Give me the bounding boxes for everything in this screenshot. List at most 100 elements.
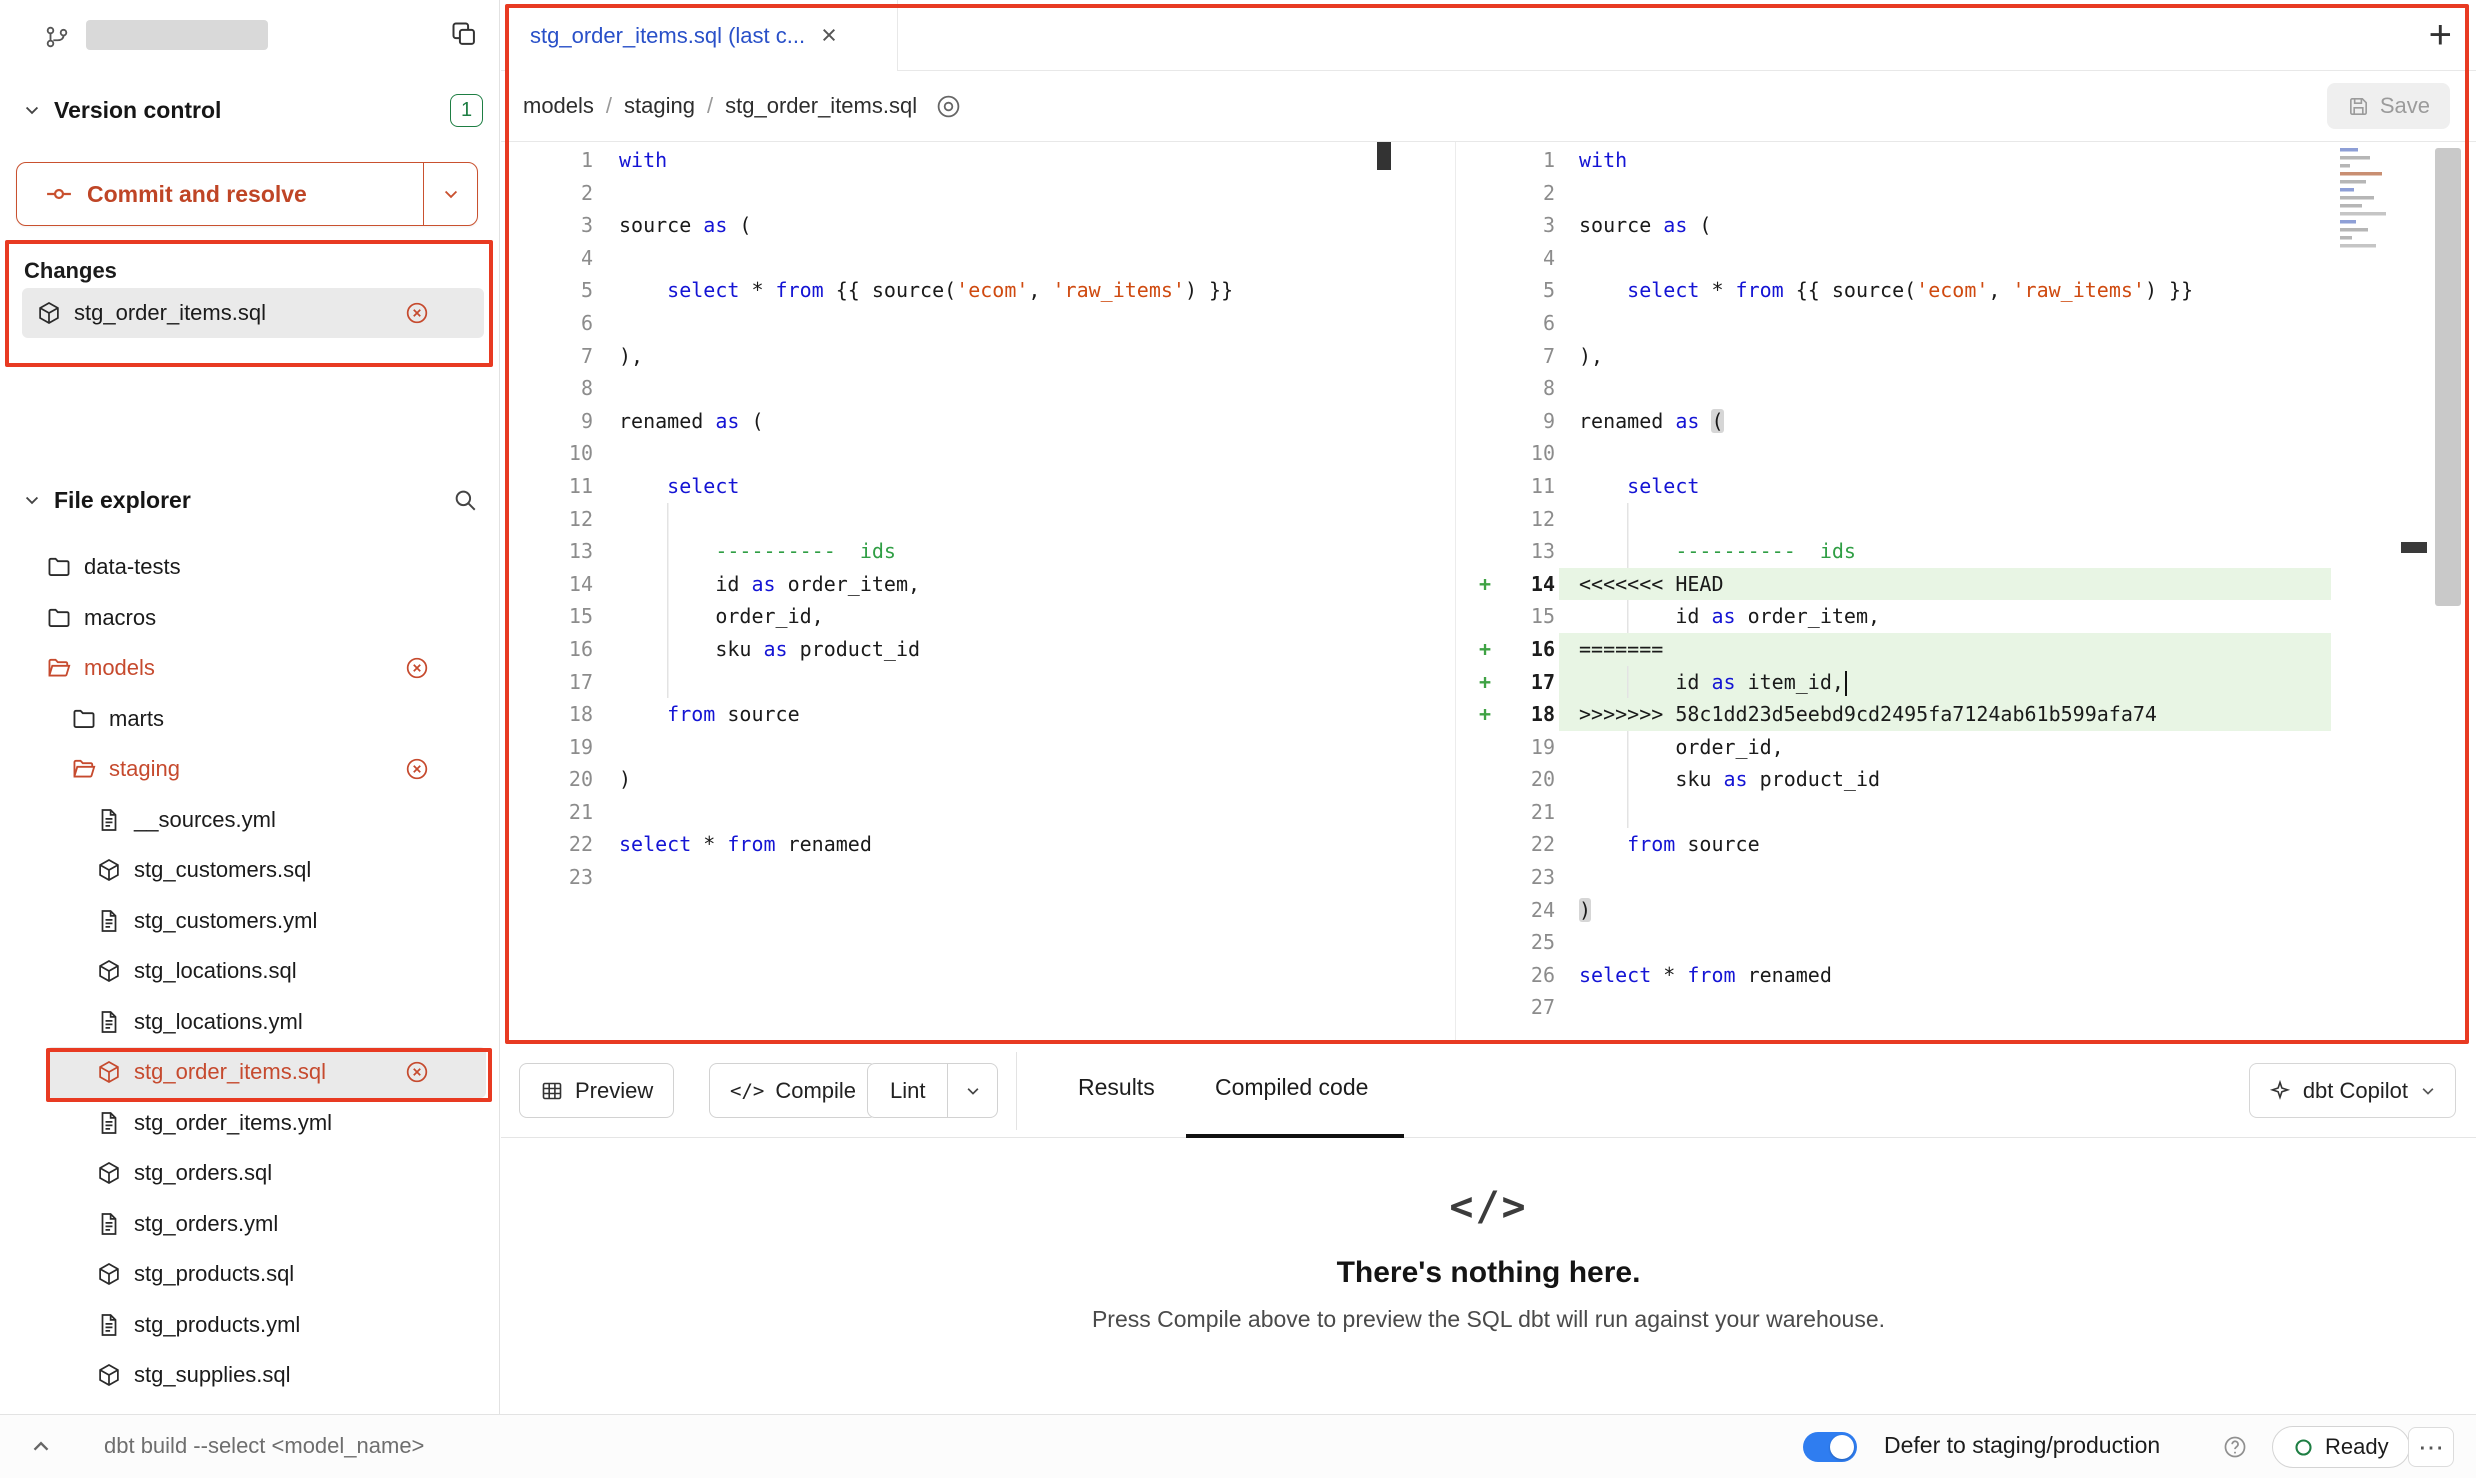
code-line[interactable]: 8 [1463, 372, 2331, 405]
code-line[interactable]: 2 [501, 177, 1391, 210]
search-icon[interactable] [452, 487, 478, 513]
code-line[interactable]: 24) [1463, 894, 2331, 927]
code-line[interactable]: 7), [501, 340, 1391, 373]
code-line[interactable]: 12 [1463, 503, 2331, 536]
code-line[interactable]: 14 id as order_item, [501, 568, 1391, 601]
help-question-icon[interactable] [2222, 1434, 2248, 1460]
code-line[interactable]: 15 id as order_item, [1463, 600, 2331, 633]
code-line[interactable]: 4 [1463, 242, 2331, 275]
code-line[interactable]: 6 [501, 307, 1391, 340]
breadcrumb-models[interactable]: models [523, 93, 594, 119]
modified-circle-x-icon[interactable] [404, 756, 430, 782]
editor-right-pane[interactable]: 1with23source as (45 select * from {{ so… [1463, 144, 2331, 1024]
code-line[interactable]: 5 select * from {{ source('ecom', 'raw_i… [1463, 274, 2331, 307]
ide-status-pill[interactable]: Ready [2272, 1426, 2410, 1468]
modified-circle-x-icon[interactable] [404, 1059, 430, 1085]
editor-tab[interactable]: stg_order_items.sql (last c... × [506, 0, 898, 71]
tree-item-stg_order_items.sql[interactable]: stg_order_items.sql [46, 1047, 486, 1098]
code-line[interactable]: 22select * from renamed [501, 828, 1391, 861]
code-line[interactable]: 13 ---------- ids [1463, 535, 2331, 568]
more-options-icon[interactable]: ⋯ [2408, 1427, 2454, 1467]
tree-item-stg_locations.yml[interactable]: stg_locations.yml [0, 997, 500, 1048]
tree-item-stg_orders.yml[interactable]: stg_orders.yml [0, 1199, 500, 1250]
dbt-copilot-button[interactable]: dbt Copilot [2249, 1063, 2456, 1118]
code-line[interactable]: 16 sku as product_id [501, 633, 1391, 666]
editor-scrollbar-thumb[interactable] [2435, 148, 2461, 606]
editor-left-pane[interactable]: 1with23source as (45 select * from {{ so… [501, 144, 1391, 894]
code-line[interactable]: 22 from source [1463, 828, 2331, 861]
commit-options-caret[interactable] [423, 163, 477, 225]
save-button[interactable]: Save [2327, 83, 2450, 129]
code-line[interactable]: 19 [501, 731, 1391, 764]
code-line[interactable]: 21 [501, 796, 1391, 829]
expand-panel-caret-icon[interactable] [28, 1434, 54, 1460]
code-line[interactable]: 1with [501, 144, 1391, 177]
changed-file-row[interactable]: stg_order_items.sql [22, 288, 484, 338]
dbt-command-input[interactable]: dbt build --select <model_name> [104, 1433, 424, 1459]
lineage-icon[interactable] [935, 93, 962, 120]
tree-item-__sources.yml[interactable]: __sources.yml [0, 795, 500, 846]
code-line[interactable]: 21 [1463, 796, 2331, 829]
lint-options-caret[interactable] [948, 1063, 998, 1118]
tree-item-models[interactable]: models [0, 643, 500, 694]
git-branch-icon[interactable] [44, 24, 70, 50]
code-line[interactable]: 2 [1463, 177, 2331, 210]
tree-item-stg_customers.yml[interactable]: stg_customers.yml [0, 896, 500, 947]
code-line[interactable]: 3source as ( [501, 209, 1391, 242]
tree-item-macros[interactable]: macros [0, 593, 500, 644]
code-line[interactable]: 27 [1463, 991, 2331, 1024]
tree-item-data-tests[interactable]: data-tests [0, 542, 500, 593]
tab-compiled-code[interactable]: Compiled code [1215, 1074, 1368, 1101]
code-line[interactable]: 20 sku as product_id [1463, 763, 2331, 796]
file-explorer-section-header[interactable]: File explorer [0, 480, 500, 520]
code-line[interactable]: 5 select * from {{ source('ecom', 'raw_i… [501, 274, 1391, 307]
minimap[interactable] [2338, 146, 2400, 254]
modified-circle-x-icon[interactable] [404, 655, 430, 681]
code-line[interactable]: 6 [1463, 307, 2331, 340]
tree-item-stg_products.yml[interactable]: stg_products.yml [0, 1300, 500, 1351]
compile-button[interactable]: </> Compile [709, 1063, 877, 1118]
new-tab-plus-icon[interactable]: + [2429, 15, 2452, 55]
tree-item-stg_order_items.yml[interactable]: stg_order_items.yml [0, 1098, 500, 1149]
code-line[interactable]: 18 from source [501, 698, 1391, 731]
code-line[interactable]: +17 id as item_id, [1463, 666, 2331, 699]
tree-item-stg_products.sql[interactable]: stg_products.sql [0, 1249, 500, 1300]
code-line[interactable]: 26select * from renamed [1463, 959, 2331, 992]
code-line[interactable]: 25 [1463, 926, 2331, 959]
code-line[interactable]: 7), [1463, 340, 2331, 373]
code-line[interactable]: 12 [501, 503, 1391, 536]
code-line[interactable]: 9renamed as ( [1463, 405, 2331, 438]
code-line[interactable]: +16======= [1463, 633, 2331, 666]
tree-item-stg_supplies.sql[interactable]: stg_supplies.sql [0, 1350, 500, 1401]
preview-button[interactable]: Preview [519, 1063, 674, 1118]
code-line[interactable]: +18>>>>>>> 58c1dd23d5eebd9cd2495fa7124ab… [1463, 698, 2331, 731]
version-control-section-header[interactable]: Version control [0, 90, 500, 130]
lint-button[interactable]: Lint [867, 1063, 948, 1118]
tab-results[interactable]: Results [1078, 1074, 1155, 1101]
commit-and-resolve-button[interactable]: Commit and resolve [16, 162, 478, 226]
defer-toggle[interactable] [1803, 1432, 1857, 1462]
code-line[interactable]: 11 select [1463, 470, 2331, 503]
breadcrumb-file[interactable]: stg_order_items.sql [725, 93, 917, 119]
code-line[interactable]: 17 [501, 666, 1391, 699]
tree-item-stg_locations.sql[interactable]: stg_locations.sql [0, 946, 500, 997]
tree-item-stg_orders.sql[interactable]: stg_orders.sql [0, 1148, 500, 1199]
tree-item-staging[interactable]: staging [0, 744, 500, 795]
close-icon[interactable]: × [821, 22, 837, 49]
tree-item-stg_customers.sql[interactable]: stg_customers.sql [0, 845, 500, 896]
code-line[interactable]: 10 [501, 437, 1391, 470]
code-line[interactable]: 19 order_id, [1463, 731, 2331, 764]
code-line[interactable]: +14<<<<<<< HEAD [1463, 568, 2331, 601]
code-line[interactable]: 23 [1463, 861, 2331, 894]
copy-icon[interactable] [450, 20, 478, 48]
code-line[interactable]: 4 [501, 242, 1391, 275]
code-line[interactable]: 9renamed as ( [501, 405, 1391, 438]
code-line[interactable]: 15 order_id, [501, 600, 1391, 633]
code-line[interactable]: 23 [501, 861, 1391, 894]
tree-item-marts[interactable]: marts [0, 694, 500, 745]
code-line[interactable]: 10 [1463, 437, 2331, 470]
modified-circle-x-icon[interactable] [404, 300, 430, 326]
code-line[interactable]: 8 [501, 372, 1391, 405]
code-line[interactable]: 20) [501, 763, 1391, 796]
code-line[interactable]: 3source as ( [1463, 209, 2331, 242]
